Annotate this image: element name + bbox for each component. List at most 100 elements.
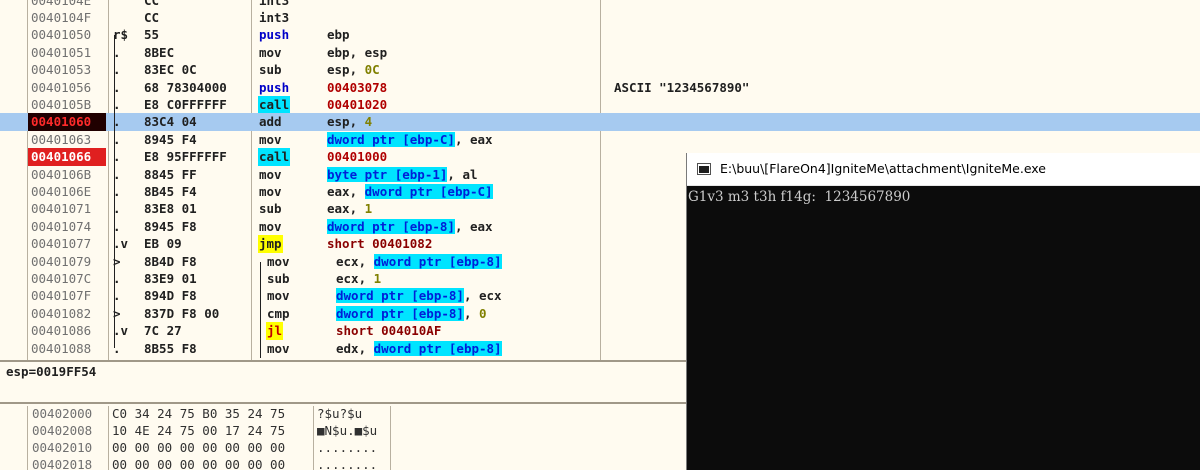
- disasm-row[interactable]: 0040104E CC int3: [0, 0, 1200, 9]
- column-divider: [313, 406, 314, 470]
- dump-ascii: ?$u?$u: [317, 406, 363, 421]
- dump-ascii: ........: [317, 457, 378, 470]
- function-bracket: [114, 35, 115, 349]
- console-window-title: E:\buu\[FlareOn4]IgniteMe\attachment\Ign…: [720, 161, 1047, 176]
- disasm-operand: ecx, dword ptr [ebp-8]: [336, 253, 502, 269]
- memory-operand-highlight: byte ptr [ebp-1]: [327, 166, 448, 182]
- disasm-operand: edx, dword ptr [ebp-8]: [336, 340, 502, 356]
- disasm-operand: dword ptr [ebp-C], eax: [327, 131, 493, 147]
- disasm-address[interactable]: 0040104F: [28, 9, 106, 26]
- disasm-address[interactable]: 00401077: [28, 235, 106, 252]
- disasm-row[interactable]: 00401060. 83C4 04 add esp, 4: [0, 113, 1200, 131]
- dump-ascii: ■N$u.■$u: [317, 423, 378, 438]
- disasm-mnemonic: push: [259, 27, 290, 43]
- disasm-mnemonic: mov: [259, 218, 282, 234]
- disasm-hex-bytes: 837D F8 00: [144, 305, 220, 321]
- disasm-mnemonic: jl: [266, 322, 284, 340]
- console-window[interactable]: E:\buu\[FlareOn4]IgniteMe\attachment\Ign…: [686, 153, 1200, 470]
- disasm-address[interactable]: 00401051: [28, 44, 106, 61]
- console-output: G1v3 m3 t3h f14g: 1234567890: [688, 189, 911, 205]
- disasm-hex-bytes: 83C4 04: [144, 114, 197, 130]
- disasm-mnemonic: mov: [267, 288, 290, 304]
- flow-marker: .v: [113, 323, 129, 339]
- disasm-address[interactable]: 00401088: [28, 340, 106, 357]
- disasm-operand: dword ptr [ebp-8], eax: [327, 218, 493, 234]
- disasm-hex-bytes: 8B55 F8: [144, 340, 197, 356]
- disasm-hex-bytes: 83E8 01: [144, 201, 197, 217]
- memory-operand-highlight: dword ptr [ebp-8]: [373, 340, 502, 356]
- disasm-operand: esp, 0C: [327, 62, 380, 78]
- console-title-bar[interactable]: E:\buu\[FlareOn4]IgniteMe\attachment\Ign…: [687, 153, 1200, 186]
- disasm-mnemonic: push: [259, 79, 290, 95]
- dump-address: 00402018: [32, 457, 93, 470]
- disasm-hex-bytes: 68 78304000: [144, 79, 227, 95]
- disasm-row[interactable]: 00401053. 83EC 0C sub esp, 0C: [0, 61, 1200, 78]
- disasm-address[interactable]: 00401060: [28, 113, 106, 131]
- disasm-address[interactable]: 00401066: [28, 148, 106, 166]
- disasm-mnemonic: cmp: [267, 305, 290, 321]
- disasm-address[interactable]: 00401074: [28, 218, 106, 235]
- memory-operand-highlight: dword ptr [ebp-C]: [364, 183, 493, 199]
- disasm-operand: 00403078: [327, 79, 388, 95]
- flow-marker: r$: [113, 27, 129, 43]
- register-info-text: esp=0019FF54: [6, 364, 97, 379]
- console-window-icon: [697, 163, 711, 175]
- disasm-operand: ebp, esp: [327, 44, 388, 60]
- disasm-address[interactable]: 00401063: [28, 131, 106, 148]
- disasm-mnemonic: jmp: [258, 235, 283, 253]
- disasm-operand: short 004010AF: [336, 323, 442, 339]
- disasm-row[interactable]: 00401050 r$ 55 push ebp: [0, 26, 1200, 43]
- disasm-address[interactable]: 00401056: [28, 79, 106, 96]
- disasm-operand: 00401020: [327, 96, 388, 112]
- disasm-address[interactable]: 00401082: [28, 305, 106, 322]
- disasm-address[interactable]: 00401050: [28, 26, 106, 43]
- disasm-address[interactable]: 00401053: [28, 61, 106, 78]
- loop-bracket: [260, 261, 261, 358]
- column-divider: [108, 406, 109, 470]
- disasm-operand: eax, 1: [327, 201, 373, 217]
- disasm-hex-bytes: 83EC 0C: [144, 62, 197, 78]
- disasm-address[interactable]: 00401071: [28, 200, 106, 217]
- disasm-mnemonic: mov: [267, 340, 290, 356]
- disasm-address[interactable]: 0040104E: [28, 0, 106, 9]
- disasm-hex-bytes: 7C 27: [144, 323, 182, 339]
- dump-address: 00402008: [32, 423, 93, 438]
- disasm-operand: ebp: [327, 27, 350, 43]
- disasm-operand: short 00401082: [327, 236, 433, 252]
- disasm-row[interactable]: 00401056. 68 78304000 push 00403078 ASCII "1…: [0, 79, 1200, 96]
- disasm-address[interactable]: 0040106E: [28, 183, 106, 200]
- memory-operand-highlight: dword ptr [ebp-8]: [327, 218, 455, 234]
- disasm-mnemonic: mov: [259, 131, 282, 147]
- disasm-operand: dword ptr [ebp-8], ecx: [336, 288, 502, 304]
- disasm-comment: ASCII "1234567890": [614, 79, 750, 95]
- memory-operand-highlight: dword ptr [ebp-8]: [373, 253, 502, 269]
- disasm-hex-bytes: E8 95FFFFFF: [144, 149, 227, 165]
- dump-hex: 00 00 00 00 00 00 00 00: [112, 457, 286, 470]
- disasm-row[interactable]: 00401063. 8945 F4 mov dword ptr [ebp-C], ea…: [0, 131, 1200, 148]
- disasm-address[interactable]: 0040105B: [28, 96, 106, 113]
- disasm-row[interactable]: 00401051. 8BEC mov ebp, esp: [0, 44, 1200, 61]
- dump-hex: 00 00 00 00 00 00 00 00: [112, 440, 286, 455]
- disasm-hex-bytes: 8B45 F4: [144, 183, 197, 199]
- disasm-mnemonic: sub: [259, 201, 282, 217]
- disasm-operand: esp, 4: [327, 114, 373, 130]
- disasm-hex-bytes: 55: [144, 27, 160, 43]
- disasm-hex-bytes: 8945 F8: [144, 218, 197, 234]
- disasm-address[interactable]: 0040107C: [28, 270, 106, 287]
- dump-hex: C0 34 24 75 B0 35 24 75: [112, 406, 286, 421]
- disasm-operand: ecx, 1: [336, 270, 382, 286]
- disasm-address[interactable]: 00401079: [28, 253, 106, 270]
- memory-operand-highlight: dword ptr [ebp-C]: [327, 131, 455, 147]
- disasm-hex-bytes: 83E9 01: [144, 270, 197, 286]
- disasm-address[interactable]: 0040107F: [28, 287, 106, 304]
- disasm-hex-bytes: 8BEC: [144, 44, 175, 60]
- disasm-mnemonic: mov: [267, 253, 290, 269]
- disasm-row[interactable]: 0040105B. E8 C0FFFFFF call 00401020: [0, 95, 1200, 114]
- disasm-hex-bytes: 8B4D F8: [144, 253, 197, 269]
- disasm-row[interactable]: 0040104F CC int3: [0, 9, 1200, 26]
- disasm-operand: eax, dword ptr [ebp-C]: [327, 183, 493, 199]
- disasm-address[interactable]: 0040106B: [28, 166, 106, 183]
- memory-operand-highlight: dword ptr [ebp-8]: [336, 305, 464, 321]
- disasm-mnemonic: sub: [267, 270, 290, 286]
- disasm-address[interactable]: 00401086: [28, 322, 106, 339]
